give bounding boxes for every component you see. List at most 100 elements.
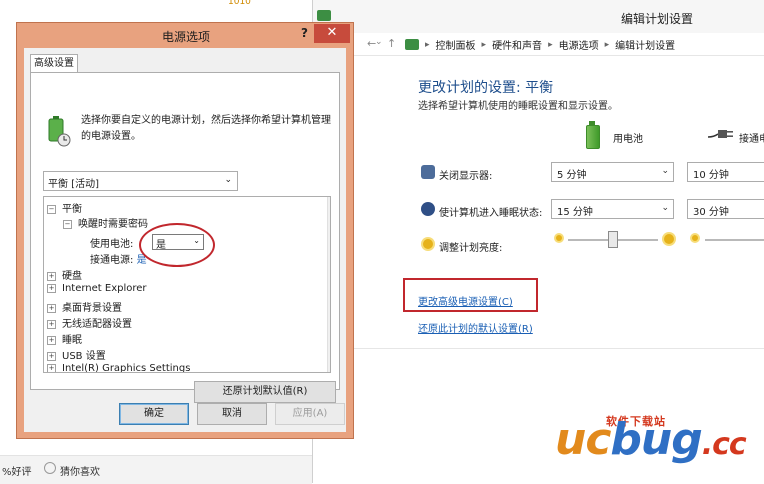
tree-node-wireless-adapter[interactable]: + 无线适配器设置	[47, 315, 132, 330]
brightness-label: 调整计划亮度:	[439, 243, 503, 254]
power-plan-select[interactable]: 平衡 [活动] ⌄	[43, 171, 238, 191]
breadcrumb-item[interactable]: 编辑计划设置	[615, 37, 675, 52]
breadcrumb-item[interactable]: 电源选项	[559, 37, 599, 52]
sleep-label: 使计算机进入睡眠状态:	[439, 208, 543, 219]
restore-plan-defaults-button[interactable]: 还原计划默认值(R)	[194, 381, 336, 403]
display-off-plugged-select[interactable]: 10 分钟	[687, 162, 764, 182]
radio-icon[interactable]	[44, 462, 56, 474]
chevron-down-icon: ⌄	[661, 203, 669, 213]
window-title: 编辑计划设置	[620, 12, 693, 26]
up-icon[interactable]: ↑	[387, 37, 396, 50]
dim-sun-icon-plugged	[692, 235, 698, 241]
divider	[313, 348, 764, 349]
dialog-titlebar[interactable]: 电源选项 ? ✕	[17, 23, 355, 47]
plug-icon	[708, 130, 733, 138]
display-off-battery-select[interactable]: 5 分钟 ⌄	[551, 162, 674, 182]
sleep-battery-value: 15 分钟	[557, 207, 593, 218]
brightness-battery-slider-thumb[interactable]	[608, 231, 618, 248]
expand-icon[interactable]: +	[47, 272, 56, 281]
bright-sun-icon	[664, 234, 674, 244]
tree-node-label: 无线适配器设置	[62, 319, 132, 330]
battery-column-label: 用电池	[613, 134, 643, 145]
tree-node-label: 睡眠	[62, 335, 82, 346]
plan-settings-subheading: 选择希望计算机使用的睡眠设置和显示设置。	[418, 101, 618, 112]
expand-icon[interactable]: +	[47, 320, 56, 329]
background-bottom-bar: %好评 猜你喜欢	[0, 455, 312, 484]
tree-node-label: 使用电池:	[90, 239, 134, 250]
tree-node-label: 桌面背景设置	[62, 303, 122, 314]
tree-scrollbar[interactable]	[327, 197, 330, 372]
help-icon[interactable]: ?	[301, 26, 308, 40]
power-options-dialog: 电源选项 ? ✕ 高级设置 选择你要自定义的电源计划，然后选择你希望计算机管理的…	[16, 22, 354, 439]
tree-node-desktop-background[interactable]: + 桌面背景设置	[47, 299, 122, 314]
close-button[interactable]: ✕	[314, 24, 350, 43]
sleep-plugged-value: 30 分钟	[693, 207, 729, 218]
tree-node-label: Intel(R) Graphics Settings	[62, 363, 191, 373]
settings-tree: − 平衡 − 唤醒时需要密码 使用电池: 是 ⌄ 接通电源: 是 + 硬盘 + …	[43, 196, 331, 373]
cancel-button[interactable]: 取消	[197, 403, 267, 425]
watermark-logo: ucbug.cc	[555, 414, 747, 465]
dialog-body: 高级设置 选择你要自定义的电源计划，然后选择你希望计算机管理的电源设置。 平衡 …	[24, 48, 346, 432]
highlight-circle	[139, 223, 215, 267]
tree-node-label: 接通电源:	[90, 255, 134, 266]
breadcrumb-item[interactable]: 硬件和声音	[492, 37, 542, 52]
collapse-icon[interactable]: −	[63, 220, 72, 229]
expand-icon[interactable]: +	[47, 304, 56, 313]
battery-icon	[586, 125, 600, 149]
dialog-description: 选择你要自定义的电源计划，然后选择你希望计算机管理的电源设置。	[81, 115, 331, 142]
tree-node-on-battery: 使用电池:	[90, 235, 133, 250]
control-panel-titlebar: 编辑计划设置	[313, 0, 764, 33]
tree-node-sleep[interactable]: + 睡眠	[47, 331, 82, 346]
tree-node-hard-disk[interactable]: + 硬盘	[47, 267, 82, 282]
tree-node-plugged-in[interactable]: 接通电源: 是	[90, 251, 147, 266]
expand-icon[interactable]: +	[47, 364, 56, 372]
tree-node-balanced[interactable]: − 平衡	[47, 200, 82, 215]
history-dropdown-icon[interactable]: ⌄	[375, 37, 383, 47]
background-fragment-text: 1010	[228, 0, 251, 7]
ok-button[interactable]: 确定	[119, 403, 189, 425]
sleep-battery-select[interactable]: 15 分钟 ⌄	[551, 199, 674, 219]
advanced-power-settings-link[interactable]: 更改高级电源设置(C)	[418, 293, 513, 308]
apply-button[interactable]: 应用(A)	[275, 403, 345, 425]
guess-you-like-text[interactable]: 猜你喜欢	[60, 463, 100, 478]
display-off-icon	[421, 165, 435, 179]
sleep-plugged-select[interactable]: 30 分钟	[687, 199, 764, 219]
address-bar: ← ⌄ ↑ ▸ 控制面板 ▸ 硬件和声音 ▸ 电源选项 ▸ 编辑计划设置	[313, 33, 764, 56]
tree-node-label: 平衡	[62, 204, 82, 215]
tree-node-usb[interactable]: + USB 设置	[47, 347, 106, 362]
restore-defaults-link[interactable]: 还原此计划的默认设置(R)	[418, 320, 533, 335]
tab-panel: 选择你要自定义的电源计划，然后选择你希望计算机管理的电源设置。 平衡 [活动] …	[30, 72, 340, 403]
chevron-down-icon: ⌄	[661, 166, 669, 176]
tree-node-intel-graphics[interactable]: + Intel(R) Graphics Settings	[47, 363, 191, 373]
expand-icon[interactable]: +	[47, 336, 56, 345]
breadcrumb: ▸ 控制面板 ▸ 硬件和声音 ▸ 电源选项 ▸ 编辑计划设置	[405, 37, 675, 52]
scroll-up-icon[interactable]: ▲	[330, 198, 331, 207]
dim-sun-icon	[556, 235, 562, 241]
background-top-fragment: 1010	[228, 0, 292, 7]
brightness-icon	[423, 239, 433, 249]
scroll-down-icon[interactable]: ▼	[330, 360, 331, 369]
control-panel-window: 编辑计划设置 ← ⌄ ↑ ▸ 控制面板 ▸ 硬件和声音 ▸ 电源选项 ▸ 编辑计…	[312, 0, 764, 483]
plan-settings-heading: 更改计划的设置: 平衡	[418, 80, 554, 96]
tree-node-label: 硬盘	[62, 271, 82, 282]
tree-node-internet-explorer[interactable]: + Internet Explorer	[47, 283, 147, 294]
control-panel-small-icon	[405, 39, 419, 50]
breadcrumb-item[interactable]: 控制面板	[436, 37, 476, 52]
display-off-label: 关闭显示器:	[439, 171, 493, 182]
tree-node-wake-password[interactable]: − 唤醒时需要密码	[63, 215, 148, 230]
tree-scrollbar-thumb[interactable]	[330, 211, 331, 299]
tab-advanced-settings[interactable]: 高级设置	[30, 54, 78, 74]
display-off-plugged-value: 10 分钟	[693, 170, 729, 181]
power-plan-value: 平衡 [活动]	[48, 179, 99, 190]
expand-icon[interactable]: +	[47, 284, 56, 293]
collapse-icon[interactable]: −	[47, 205, 56, 214]
tree-node-label: 唤醒时需要密码	[78, 219, 148, 230]
chevron-down-icon: ⌄	[224, 175, 232, 185]
power-plan-icon	[48, 116, 71, 147]
tree-node-label: Internet Explorer	[62, 283, 147, 294]
tree-node-label: USB 设置	[62, 351, 106, 362]
expand-icon[interactable]: +	[47, 352, 56, 361]
sleep-icon	[421, 202, 435, 216]
rating-text: %好评	[2, 467, 32, 478]
brightness-plugged-slider-track[interactable]	[705, 239, 764, 241]
